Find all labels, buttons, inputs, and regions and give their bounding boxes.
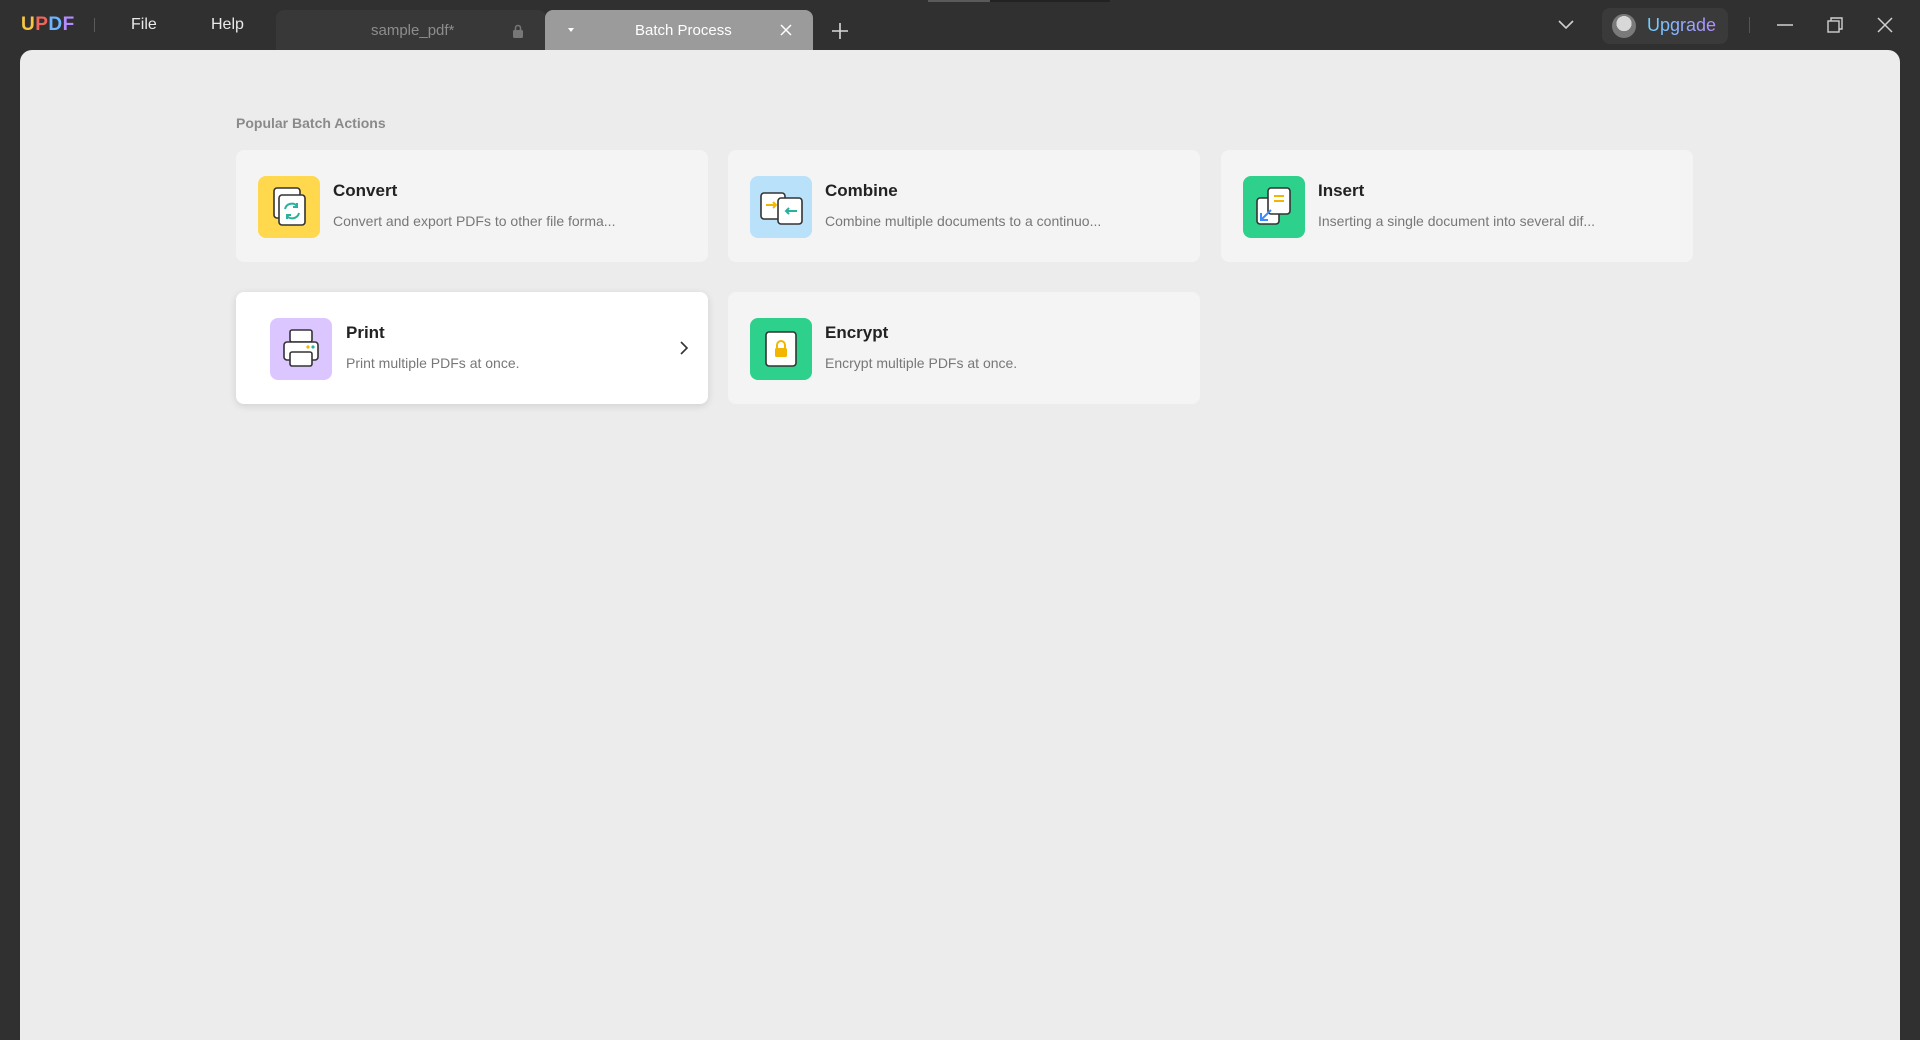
- tab-sample-pdf[interactable]: sample_pdf*: [276, 10, 546, 50]
- convert-description: Convert and export PDFs to other file fo…: [333, 213, 616, 229]
- tab-batch-process[interactable]: Batch Process: [545, 10, 813, 50]
- convert-title: Convert: [333, 181, 398, 200]
- chevron-down-icon[interactable]: [1557, 19, 1575, 31]
- combine-title: Combine: [825, 181, 898, 200]
- combine-card[interactable]: Combine Combine multiple documents to a …: [728, 150, 1200, 262]
- batch-process-panel: Popular Batch Actions Convert Convert an…: [20, 50, 1900, 1040]
- close-tab-icon[interactable]: [779, 23, 793, 37]
- convert-card[interactable]: Convert Convert and export PDFs to other…: [236, 150, 708, 262]
- encrypt-card[interactable]: Encrypt Encrypt multiple PDFs at once.: [728, 292, 1200, 404]
- upgrade-label: Upgrade: [1647, 15, 1717, 35]
- insert-description: Inserting a single document into several…: [1318, 213, 1596, 229]
- encrypt-title: Encrypt: [825, 323, 889, 342]
- lock-icon: [750, 318, 812, 380]
- print-title: Print: [346, 323, 385, 342]
- print-card[interactable]: Print Print multiple PDFs at once.: [236, 292, 708, 404]
- convert-icon: [258, 176, 320, 238]
- avatar[interactable]: [1612, 14, 1636, 38]
- section-title: Popular Batch Actions: [236, 115, 386, 131]
- encrypt-description: Encrypt multiple PDFs at once.: [825, 355, 1018, 371]
- restore-icon[interactable]: [1826, 16, 1844, 34]
- caret-down-icon[interactable]: [565, 23, 577, 35]
- lock-icon: [513, 24, 523, 38]
- insert-card[interactable]: Insert Inserting a single document into …: [1221, 150, 1693, 262]
- top-accent-bar: [990, 0, 1110, 2]
- tab-label: Batch Process: [635, 22, 732, 39]
- combine-description: Combine multiple documents to a continuo…: [825, 213, 1102, 229]
- print-description: Print multiple PDFs at once.: [346, 355, 520, 371]
- top-accent-bar: [928, 0, 990, 2]
- combine-icon: [750, 176, 812, 238]
- insert-title: Insert: [1318, 181, 1365, 200]
- menu-file[interactable]: File: [131, 16, 157, 34]
- minimize-icon[interactable]: [1776, 16, 1794, 34]
- upgrade-button[interactable]: Upgrade: [1602, 8, 1728, 44]
- printer-icon: [270, 318, 332, 380]
- close-window-icon[interactable]: [1876, 16, 1894, 34]
- window-controls-separator: [1749, 17, 1750, 33]
- title-separator: [94, 18, 95, 32]
- menu-help[interactable]: Help: [211, 16, 244, 34]
- title-bar: UPDF File Help sample_pdf* Batch Process…: [0, 0, 1920, 50]
- insert-icon: [1243, 176, 1305, 238]
- updf-logo[interactable]: UPDF: [21, 14, 75, 36]
- add-tab-icon[interactable]: [831, 22, 849, 40]
- chevron-right-icon[interactable]: [678, 340, 690, 356]
- tab-label: sample_pdf*: [371, 22, 455, 39]
